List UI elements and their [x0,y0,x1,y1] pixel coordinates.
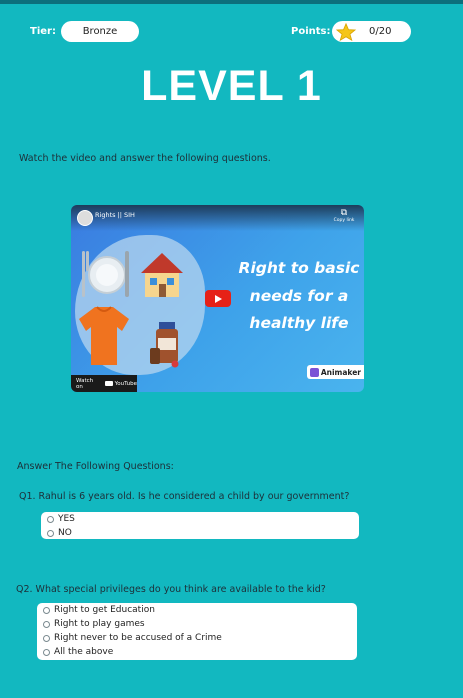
radio-button[interactable] [43,648,50,656]
tier-value: Bronze [82,26,118,37]
option-never-accused[interactable]: Right never to be accused of a Crime [43,631,351,645]
radio-button[interactable] [43,620,50,628]
radio-button[interactable] [47,529,54,537]
overlay-line: Right to basic [238,259,360,277]
option-all-above[interactable]: All the above [43,645,351,659]
video-overlay-text: Right to basic needs for a healthy life [235,255,363,338]
overlay-line: needs for a [249,286,349,305]
question-text: Q2. What special privileges do you think… [16,584,326,595]
questions-heading: Answer The Following Questions: [17,461,174,472]
radio-button[interactable] [43,606,50,614]
channel-avatar[interactable] [77,210,93,226]
youtube-label: YouTube [114,380,137,387]
overlay-line: healthy life [249,314,349,332]
points-badge: 0/20 [332,21,411,42]
copy-link-label: Copy link [333,218,355,223]
copy-icon: ⧉ [340,208,348,218]
options-list: YES NO [41,512,359,539]
video-player[interactable]: Rights || SIH ⧉ Copy link Right to basic… [71,205,364,392]
tier-label: Tier: [30,26,56,37]
radio-button[interactable] [43,634,50,642]
medicine-icon [150,322,179,368]
option-no[interactable]: NO [47,526,353,540]
youtube-icon [104,380,113,387]
top-border [0,0,463,4]
option-education[interactable]: Right to get Education [43,603,351,617]
star-icon [335,22,357,41]
points-label: Points: [291,26,331,37]
channel-name[interactable]: Rights || SIH [95,211,135,219]
animaker-logo-icon [309,367,319,377]
question-text: Q1. Rahul is 6 years old. Is he consider… [19,491,350,502]
page-title: LEVEL 1 [141,62,322,110]
plate-icon [82,251,129,297]
house-icon [141,253,183,297]
animaker-label: Animaker [320,367,361,377]
option-label: Right never to be accused of a Crime [54,633,222,643]
option-label: Right to play games [54,619,145,629]
option-play-games[interactable]: Right to play games [43,617,351,631]
animaker-badge[interactable]: Animaker [306,365,364,379]
watch-on-label: Watch on [76,377,94,390]
option-label: Right to get Education [54,605,155,615]
option-label: YES [58,514,75,524]
tshirt-icon [79,306,129,365]
youtube-play-button[interactable] [205,290,231,307]
tier-badge: Bronze [61,21,139,42]
radio-button[interactable] [47,515,54,523]
watch-on-youtube-button[interactable]: Watch on YouTube [71,375,137,392]
option-label: All the above [54,647,114,657]
option-yes[interactable]: YES [47,512,353,526]
instruction-text: Watch the video and answer the following… [19,153,271,164]
option-label: NO [58,528,72,538]
points-value: 0/20 [369,26,392,37]
copy-link-button[interactable]: ⧉ Copy link [330,208,358,224]
options-list: Right to get Education Right to play gam… [37,603,357,660]
